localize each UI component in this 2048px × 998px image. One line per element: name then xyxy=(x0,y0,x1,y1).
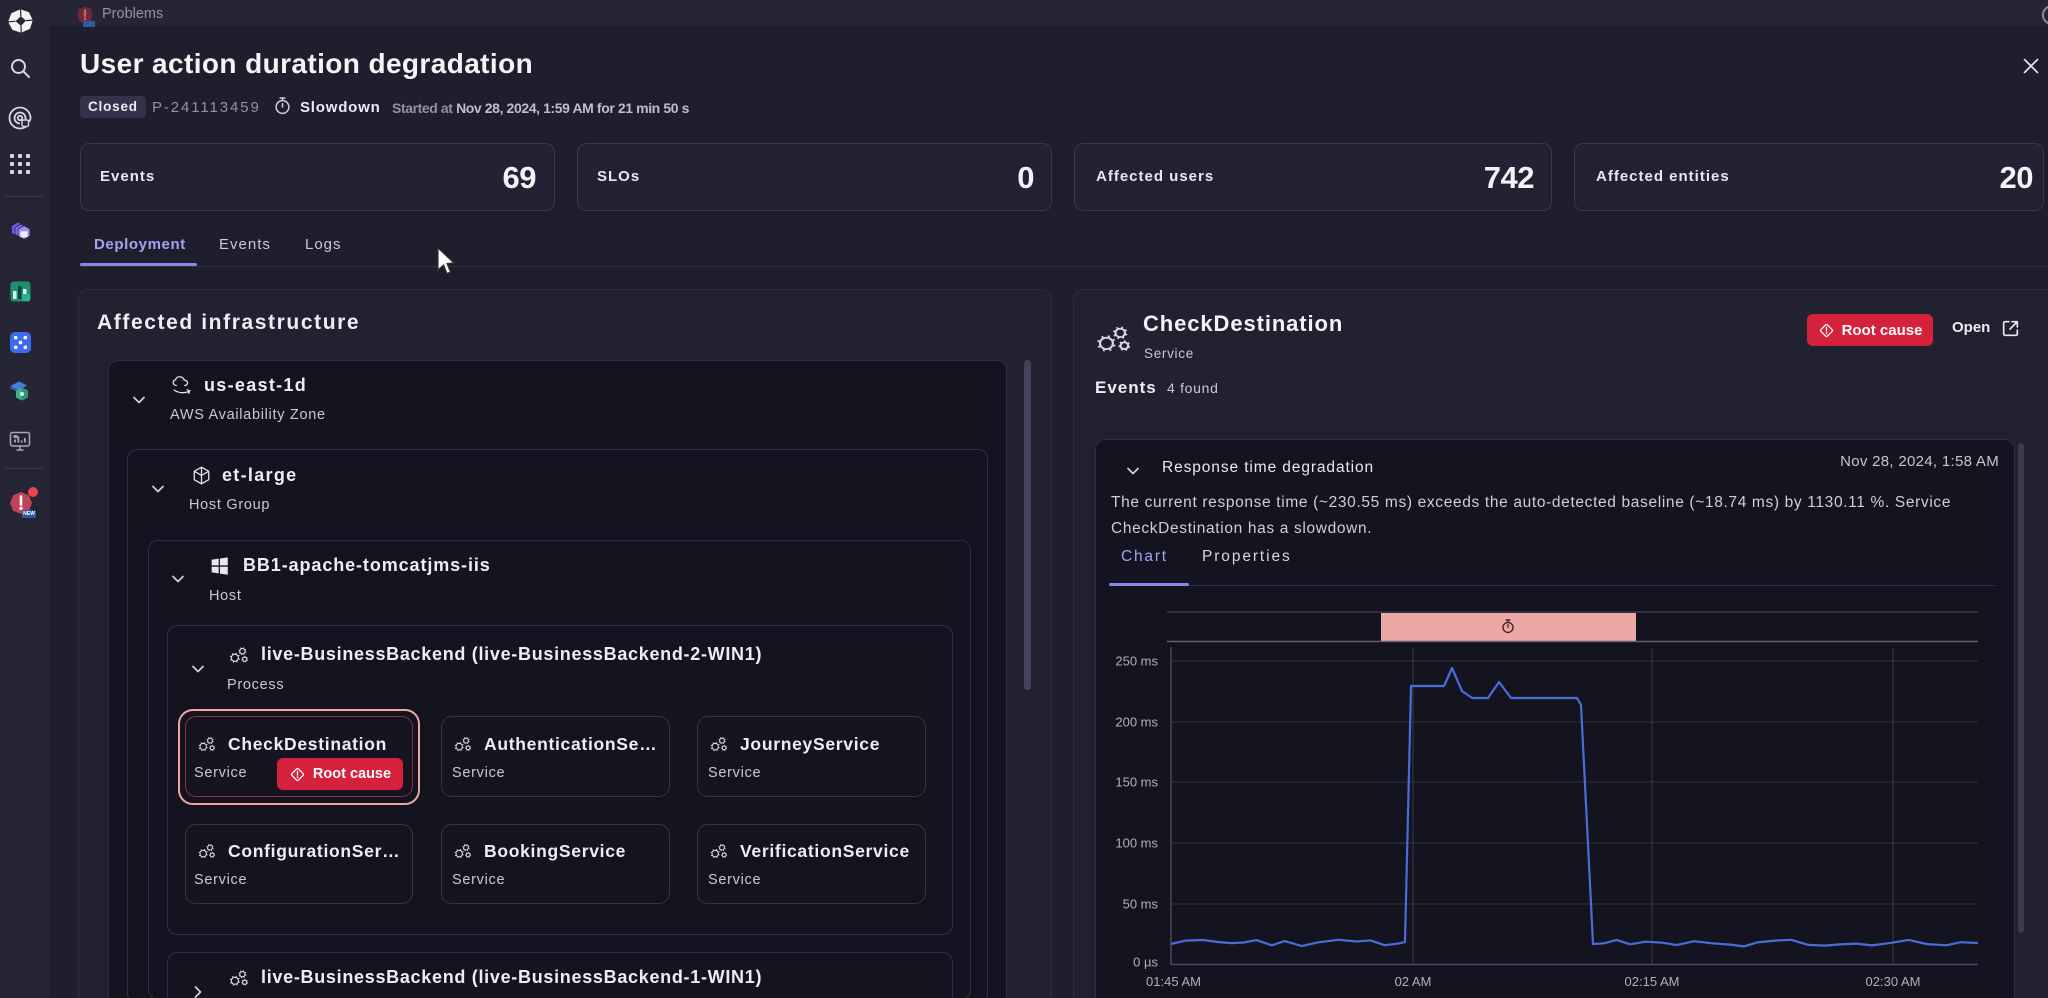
svg-text:02:15 AM: 02:15 AM xyxy=(1625,974,1680,989)
svg-text:02 AM: 02 AM xyxy=(1395,974,1432,989)
svg-text:200 ms: 200 ms xyxy=(1115,715,1158,730)
svg-text:02:30 AM: 02:30 AM xyxy=(1866,974,1921,989)
svg-text:50 ms: 50 ms xyxy=(1123,897,1159,912)
svg-text:150 ms: 150 ms xyxy=(1115,775,1158,790)
svg-text:01:45 AM: 01:45 AM xyxy=(1146,974,1201,989)
svg-text:250 ms: 250 ms xyxy=(1115,654,1158,669)
svg-text:100 ms: 100 ms xyxy=(1115,836,1158,851)
svg-text:0 µs: 0 µs xyxy=(1133,955,1158,970)
